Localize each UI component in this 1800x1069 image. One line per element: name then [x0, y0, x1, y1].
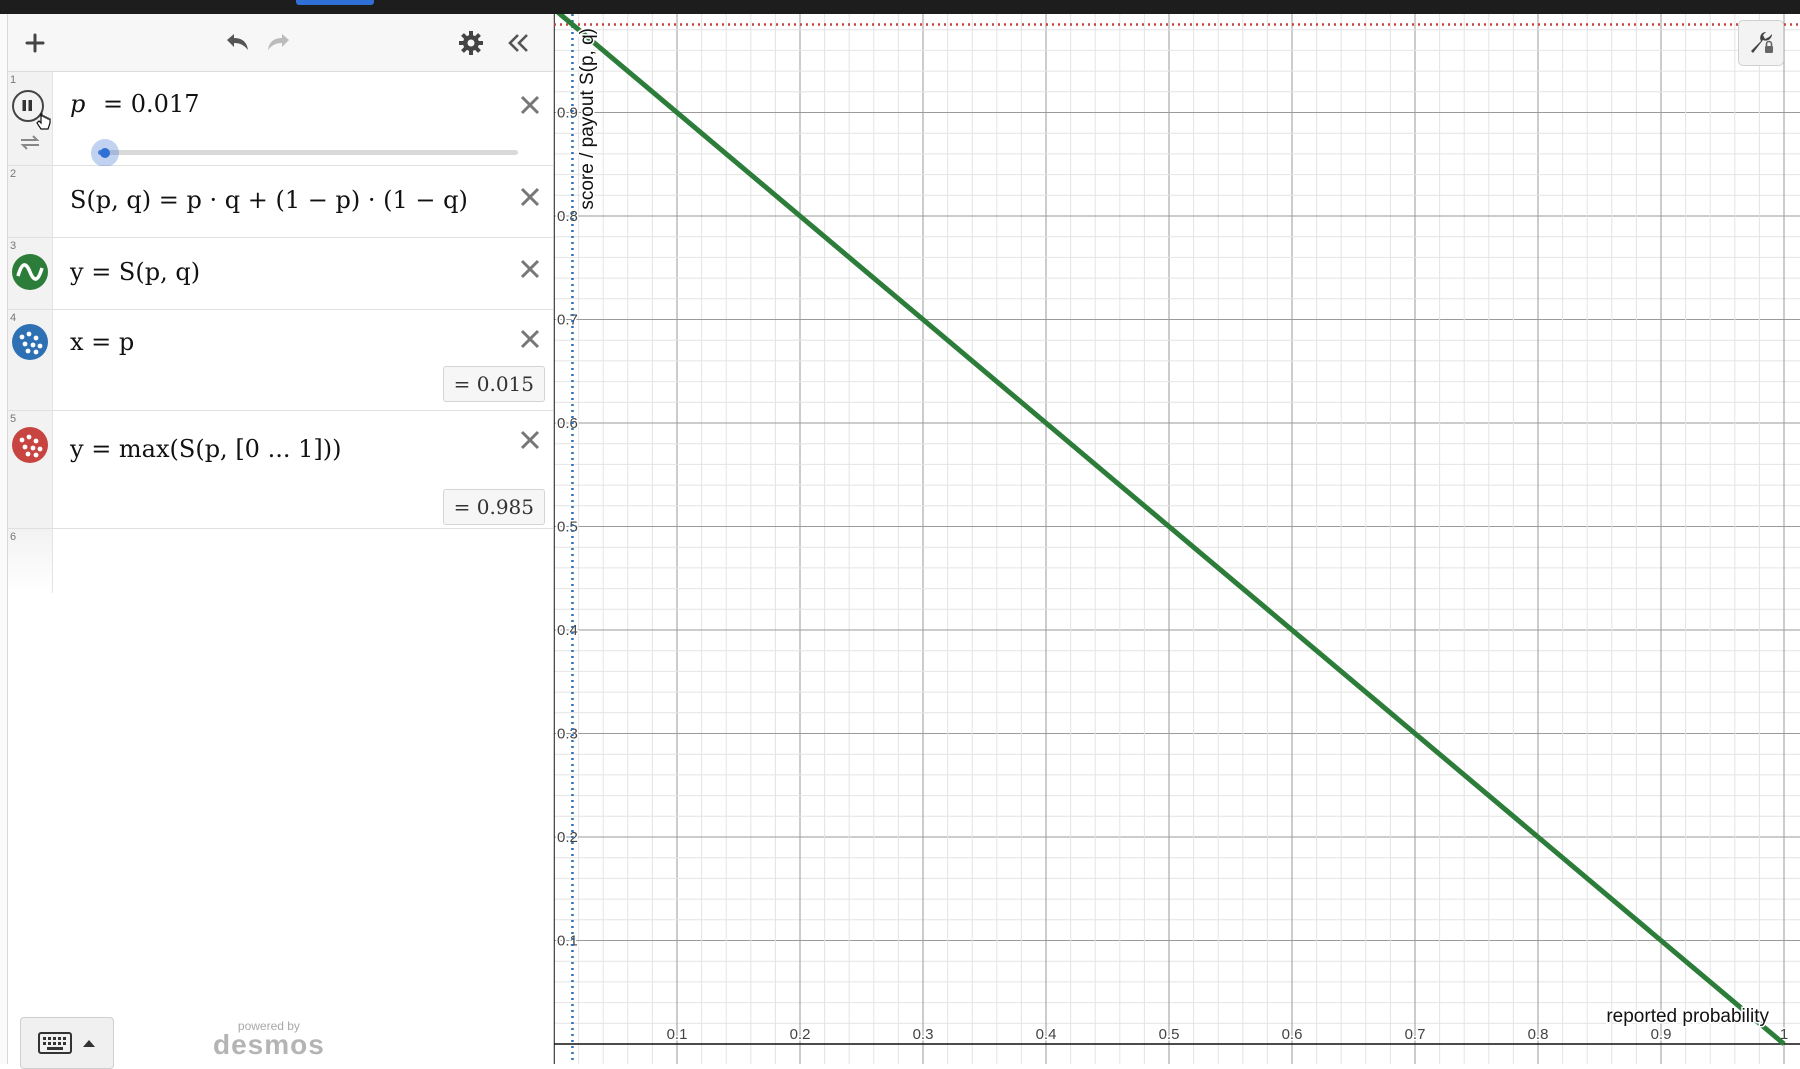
- expression-gutter: 6: [8, 529, 53, 593]
- graph-canvas[interactable]: 0.10.20.30.40.50.60.70.80.9110.90.80.70.…: [554, 14, 1800, 1064]
- delete-expression-button[interactable]: [519, 94, 541, 116]
- y-tick-label: 0.2: [557, 829, 578, 846]
- undo-button[interactable]: [220, 26, 254, 60]
- slider-value[interactable]: 0.017: [131, 90, 200, 118]
- evaluation-result: = 0.015: [442, 366, 545, 402]
- x-tick-label: 0.8: [1528, 1026, 1549, 1043]
- dotted-points-icon: [19, 331, 43, 355]
- active-tab-indicator: [296, 0, 374, 5]
- expression-index: 2: [10, 168, 17, 180]
- gear-icon: [459, 31, 483, 55]
- redo-button[interactable]: [262, 26, 296, 60]
- expression-gutter: 2: [8, 166, 53, 237]
- expression-index: 6: [10, 531, 17, 543]
- expression-row-3[interactable]: 3 y = S(p, q): [8, 238, 553, 310]
- y-axis-label: score / payout S(p, q): [577, 28, 598, 210]
- curve-equation[interactable]: y = S(p, q): [70, 258, 200, 286]
- desmos-logo-text: desmos: [213, 1029, 325, 1060]
- delete-expression-button[interactable]: [519, 186, 541, 208]
- close-icon: [520, 187, 540, 207]
- delete-expression-button[interactable]: [519, 328, 541, 350]
- curve-color-toggle[interactable]: [12, 254, 48, 290]
- x-tick-label: 0.6: [1282, 1026, 1303, 1043]
- points-color-toggle[interactable]: [12, 427, 48, 463]
- window-top-bar: [0, 0, 1800, 14]
- double-chevron-left-icon: [508, 34, 528, 52]
- wave-icon: [16, 263, 44, 281]
- y-tick-label: 0.5: [557, 519, 578, 536]
- plus-icon: [25, 33, 45, 53]
- slider-expression[interactable]: p = 0.017: [70, 90, 199, 118]
- variable-name: p: [70, 90, 86, 118]
- y-tick-label: 0.9: [557, 105, 578, 122]
- x-tick-label: 0.3: [913, 1026, 934, 1043]
- expression-toolbar: [8, 14, 553, 72]
- wrench-lock-icon: [1751, 32, 1773, 53]
- powered-by-desmos: powered by desmos: [213, 1019, 325, 1061]
- close-icon: [520, 95, 540, 115]
- evaluation-result: = 0.985: [442, 489, 545, 525]
- expression-row-4[interactable]: 4 x = p = 0.015: [8, 310, 553, 411]
- loop-icon[interactable]: [18, 132, 42, 152]
- expression-panel: 1 p = 0.017 0 1 2 S(p, q) = p · q + (1 −…: [8, 14, 554, 1069]
- x-tick-label: 0.4: [1036, 1026, 1057, 1043]
- delete-expression-button[interactable]: [519, 258, 541, 280]
- hand-cursor-icon: [36, 113, 51, 130]
- max-score-equation[interactable]: y = max(S(p, [0 ... 1])): [70, 435, 341, 463]
- y-tick-label: 0.1: [557, 933, 578, 950]
- equals-sign: =: [103, 90, 124, 118]
- x-tick-label: 0.1: [667, 1026, 688, 1043]
- x-tick-label: 0.2: [790, 1026, 811, 1043]
- left-edge: [0, 14, 8, 1064]
- redo-icon: [268, 34, 289, 50]
- delete-expression-button[interactable]: [519, 429, 541, 451]
- keyboard-icon: [38, 1032, 72, 1054]
- expression-index: 5: [10, 413, 17, 425]
- graph-settings-button[interactable]: [1738, 20, 1784, 66]
- undo-icon: [227, 34, 248, 50]
- points-color-toggle[interactable]: [12, 324, 48, 360]
- expression-index: 4: [10, 312, 17, 324]
- vertical-line-equation[interactable]: x = p: [70, 328, 134, 356]
- settings-button[interactable]: [454, 26, 488, 60]
- expression-row-5[interactable]: 5 y = max(S(p, [0 ... 1])) = 0.985: [8, 411, 553, 529]
- slider-handle[interactable]: [91, 139, 120, 167]
- expression-gutter: 3: [8, 238, 53, 309]
- expression-gutter: 1: [8, 72, 53, 165]
- function-definition[interactable]: S(p, q) = p · q + (1 − p) · (1 − q): [70, 186, 468, 214]
- dotted-points-icon: [19, 434, 43, 458]
- x-tick-label: 0.7: [1405, 1026, 1426, 1043]
- close-icon: [520, 329, 540, 349]
- close-icon: [520, 259, 540, 279]
- graph-svg[interactable]: 0.10.20.30.40.50.60.70.80.9110.90.80.70.…: [554, 14, 1800, 1064]
- y-tick-label: 0.7: [557, 312, 578, 329]
- y-tick-label: 0.4: [557, 622, 578, 639]
- expression-gutter: 4: [8, 310, 53, 410]
- y-tick-label: 0.3: [557, 726, 578, 743]
- x-tick-label: 0.5: [1159, 1026, 1180, 1043]
- x-axis-label: reported probability: [1606, 1006, 1769, 1027]
- x-tick-label: 0.9: [1651, 1026, 1672, 1043]
- expression-index: 3: [10, 240, 17, 252]
- add-expression-button[interactable]: [18, 26, 52, 60]
- slider-track[interactable]: [91, 139, 518, 167]
- caret-up-icon: [83, 1040, 95, 1047]
- expression-row-2[interactable]: 2 S(p, q) = p · q + (1 − p) · (1 − q): [8, 166, 553, 238]
- close-icon: [520, 430, 540, 450]
- collapse-panel-button[interactable]: [502, 26, 536, 60]
- keypad-toggle-button[interactable]: [20, 1017, 114, 1069]
- expression-index: 1: [10, 74, 17, 86]
- expression-gutter: 5: [8, 411, 53, 528]
- y-tick-label: 0.8: [557, 208, 578, 225]
- y-tick-label: 0.6: [557, 415, 578, 432]
- expression-row-6[interactable]: 6: [8, 529, 553, 593]
